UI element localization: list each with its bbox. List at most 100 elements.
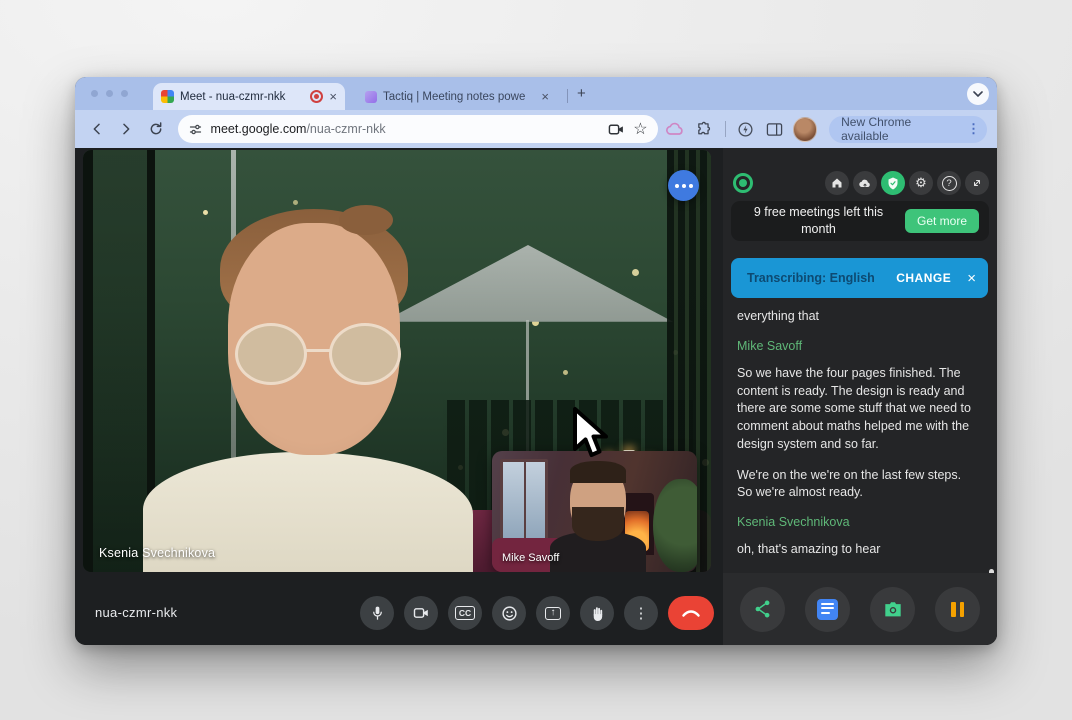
- change-language-button[interactable]: CHANGE: [896, 271, 951, 285]
- window-traffic-lights[interactable]: [91, 90, 128, 97]
- more-vertical-icon: ⋮: [634, 604, 649, 622]
- url-host: meet.google.com: [211, 122, 307, 136]
- pause-transcription-button[interactable]: [935, 587, 980, 632]
- transcript-speaker: Ksenia Svechnikova: [737, 515, 979, 529]
- participant-name-label: Ksenia Svechnikova: [99, 546, 215, 560]
- dot: [682, 184, 686, 188]
- more-options-button[interactable]: ⋮: [624, 596, 658, 630]
- bolt-circle-icon: [737, 121, 754, 138]
- reload-button[interactable]: [144, 117, 168, 141]
- transcript-speaker: Mike Savoff: [737, 339, 979, 353]
- present-icon: ↑: [545, 607, 561, 620]
- meeting-code: nua-czmr-nkk: [95, 605, 177, 620]
- cc-icon: CC: [455, 606, 474, 620]
- chat-typing-bubble[interactable]: [668, 170, 699, 201]
- reload-icon: [148, 121, 164, 137]
- bookmark-star-icon[interactable]: ☆: [633, 119, 647, 139]
- cloud-sync-button[interactable]: [853, 171, 877, 195]
- end-call-phone-icon: [681, 608, 701, 618]
- transcript-line: We're on the we're on the last few steps…: [737, 467, 979, 503]
- address-bar[interactable]: meet.google.com/nua-czmr-nkk ☆: [178, 115, 658, 143]
- privacy-shield-button[interactable]: [881, 171, 905, 195]
- transcribing-banner: Transcribing: English CHANGE ×: [731, 258, 988, 298]
- transcript-list[interactable]: everything that Mike Savoff So we have t…: [737, 308, 979, 572]
- captions-button[interactable]: CC: [448, 596, 482, 630]
- meet-controls: CC ↑ ⋮: [360, 596, 714, 630]
- minimize-window-button[interactable]: [106, 90, 113, 97]
- camera-button[interactable]: [404, 596, 438, 630]
- side-panel-button[interactable]: [763, 117, 787, 141]
- camera-in-use-icon[interactable]: [608, 122, 625, 137]
- meet-control-bar: nua-czmr-nkk CC ↑: [75, 579, 723, 645]
- cloud-icon: [665, 122, 685, 136]
- get-more-button[interactable]: Get more: [905, 209, 979, 233]
- tab-meet[interactable]: Meet - nua-czmr-nkk ×: [153, 83, 345, 110]
- eyeglasses: [235, 323, 401, 387]
- extensions-button[interactable]: [693, 117, 717, 141]
- forward-arrow-icon: [118, 121, 134, 137]
- new-tab-button[interactable]: +: [577, 85, 586, 102]
- microphone-button[interactable]: [360, 596, 394, 630]
- resize-diagonal-icon: [971, 177, 983, 189]
- pause-icon: [951, 602, 964, 617]
- back-arrow-icon: [89, 121, 105, 137]
- profile-avatar[interactable]: [793, 117, 818, 142]
- browser-window: Meet - nua-czmr-nkk × Tactiq | Meeting n…: [75, 77, 997, 645]
- site-info-tune-icon: [188, 122, 203, 137]
- tab-search-button[interactable]: [967, 83, 989, 105]
- close-window-button[interactable]: [91, 90, 98, 97]
- chevron-down-icon: [973, 91, 983, 97]
- tab-tactiq[interactable]: Tactiq | Meeting notes powe ×: [357, 83, 557, 110]
- open-doc-button[interactable]: [805, 587, 850, 632]
- cloud-icon: [858, 178, 872, 189]
- forward-button[interactable]: [115, 117, 139, 141]
- chrome-update-button[interactable]: New Chrome available ⋮: [829, 116, 987, 143]
- back-button[interactable]: [85, 117, 109, 141]
- settings-button[interactable]: ⚙: [909, 171, 933, 195]
- gear-icon: ⚙: [915, 175, 927, 191]
- help-icon: ?: [942, 176, 957, 191]
- tactiq-favicon: [365, 91, 377, 103]
- reactions-button[interactable]: [492, 596, 526, 630]
- extension-bolt-icon[interactable]: [734, 117, 758, 141]
- share-button[interactable]: [740, 587, 785, 632]
- url-path: /nua-czmr-nkk: [306, 122, 385, 136]
- tactiq-recording-logo: [733, 173, 753, 193]
- transcript-line: everything that: [737, 308, 979, 326]
- puzzle-piece-icon: [696, 121, 713, 138]
- screenshot-button[interactable]: [870, 587, 915, 632]
- plant: [653, 479, 697, 572]
- mouse-cursor: [571, 406, 617, 464]
- tab-title: Meet - nua-czmr-nkk: [180, 91, 304, 103]
- update-label: New Chrome available: [841, 115, 959, 143]
- shield-check-icon: [887, 177, 899, 190]
- collapse-panel-button[interactable]: [965, 171, 989, 195]
- person-beard: [572, 507, 624, 541]
- pip-name-label: Mike Savoff: [502, 552, 559, 564]
- meet-favicon: [161, 90, 174, 103]
- more-vertical-icon[interactable]: ⋮: [967, 121, 981, 137]
- close-tab-icon[interactable]: ×: [329, 90, 337, 103]
- main-video-tile[interactable]: Ksenia Svechnikova Mike Savoff: [83, 150, 711, 572]
- maximize-window-button[interactable]: [121, 90, 128, 97]
- tactiq-extension-icon[interactable]: [664, 117, 688, 141]
- tab-strip: Meet - nua-czmr-nkk × Tactiq | Meeting n…: [75, 77, 997, 110]
- pip-video-tile[interactable]: Mike Savoff: [492, 451, 697, 572]
- quota-card: 9 free meetings left this month Get more: [731, 201, 989, 241]
- close-banner-icon[interactable]: ×: [967, 270, 976, 287]
- side-panel-icon: [766, 122, 783, 137]
- page-content: Ksenia Svechnikova Mike Savoff: [75, 148, 997, 645]
- present-screen-button[interactable]: ↑: [536, 596, 570, 630]
- raise-hand-button[interactable]: [580, 596, 614, 630]
- meet-stage: Ksenia Svechnikova Mike Savoff: [75, 148, 723, 645]
- transcribing-label: Transcribing: English: [747, 271, 875, 285]
- home-button[interactable]: [825, 171, 849, 195]
- close-tab-icon[interactable]: ×: [541, 90, 549, 103]
- end-call-button[interactable]: [668, 596, 714, 630]
- dot: [689, 184, 693, 188]
- recording-indicator-icon: [310, 90, 323, 103]
- google-docs-icon: [817, 599, 838, 620]
- help-button[interactable]: ?: [937, 171, 961, 195]
- microphone-icon: [370, 605, 385, 622]
- browser-toolbar: meet.google.com/nua-czmr-nkk ☆ New Chrom…: [75, 110, 997, 148]
